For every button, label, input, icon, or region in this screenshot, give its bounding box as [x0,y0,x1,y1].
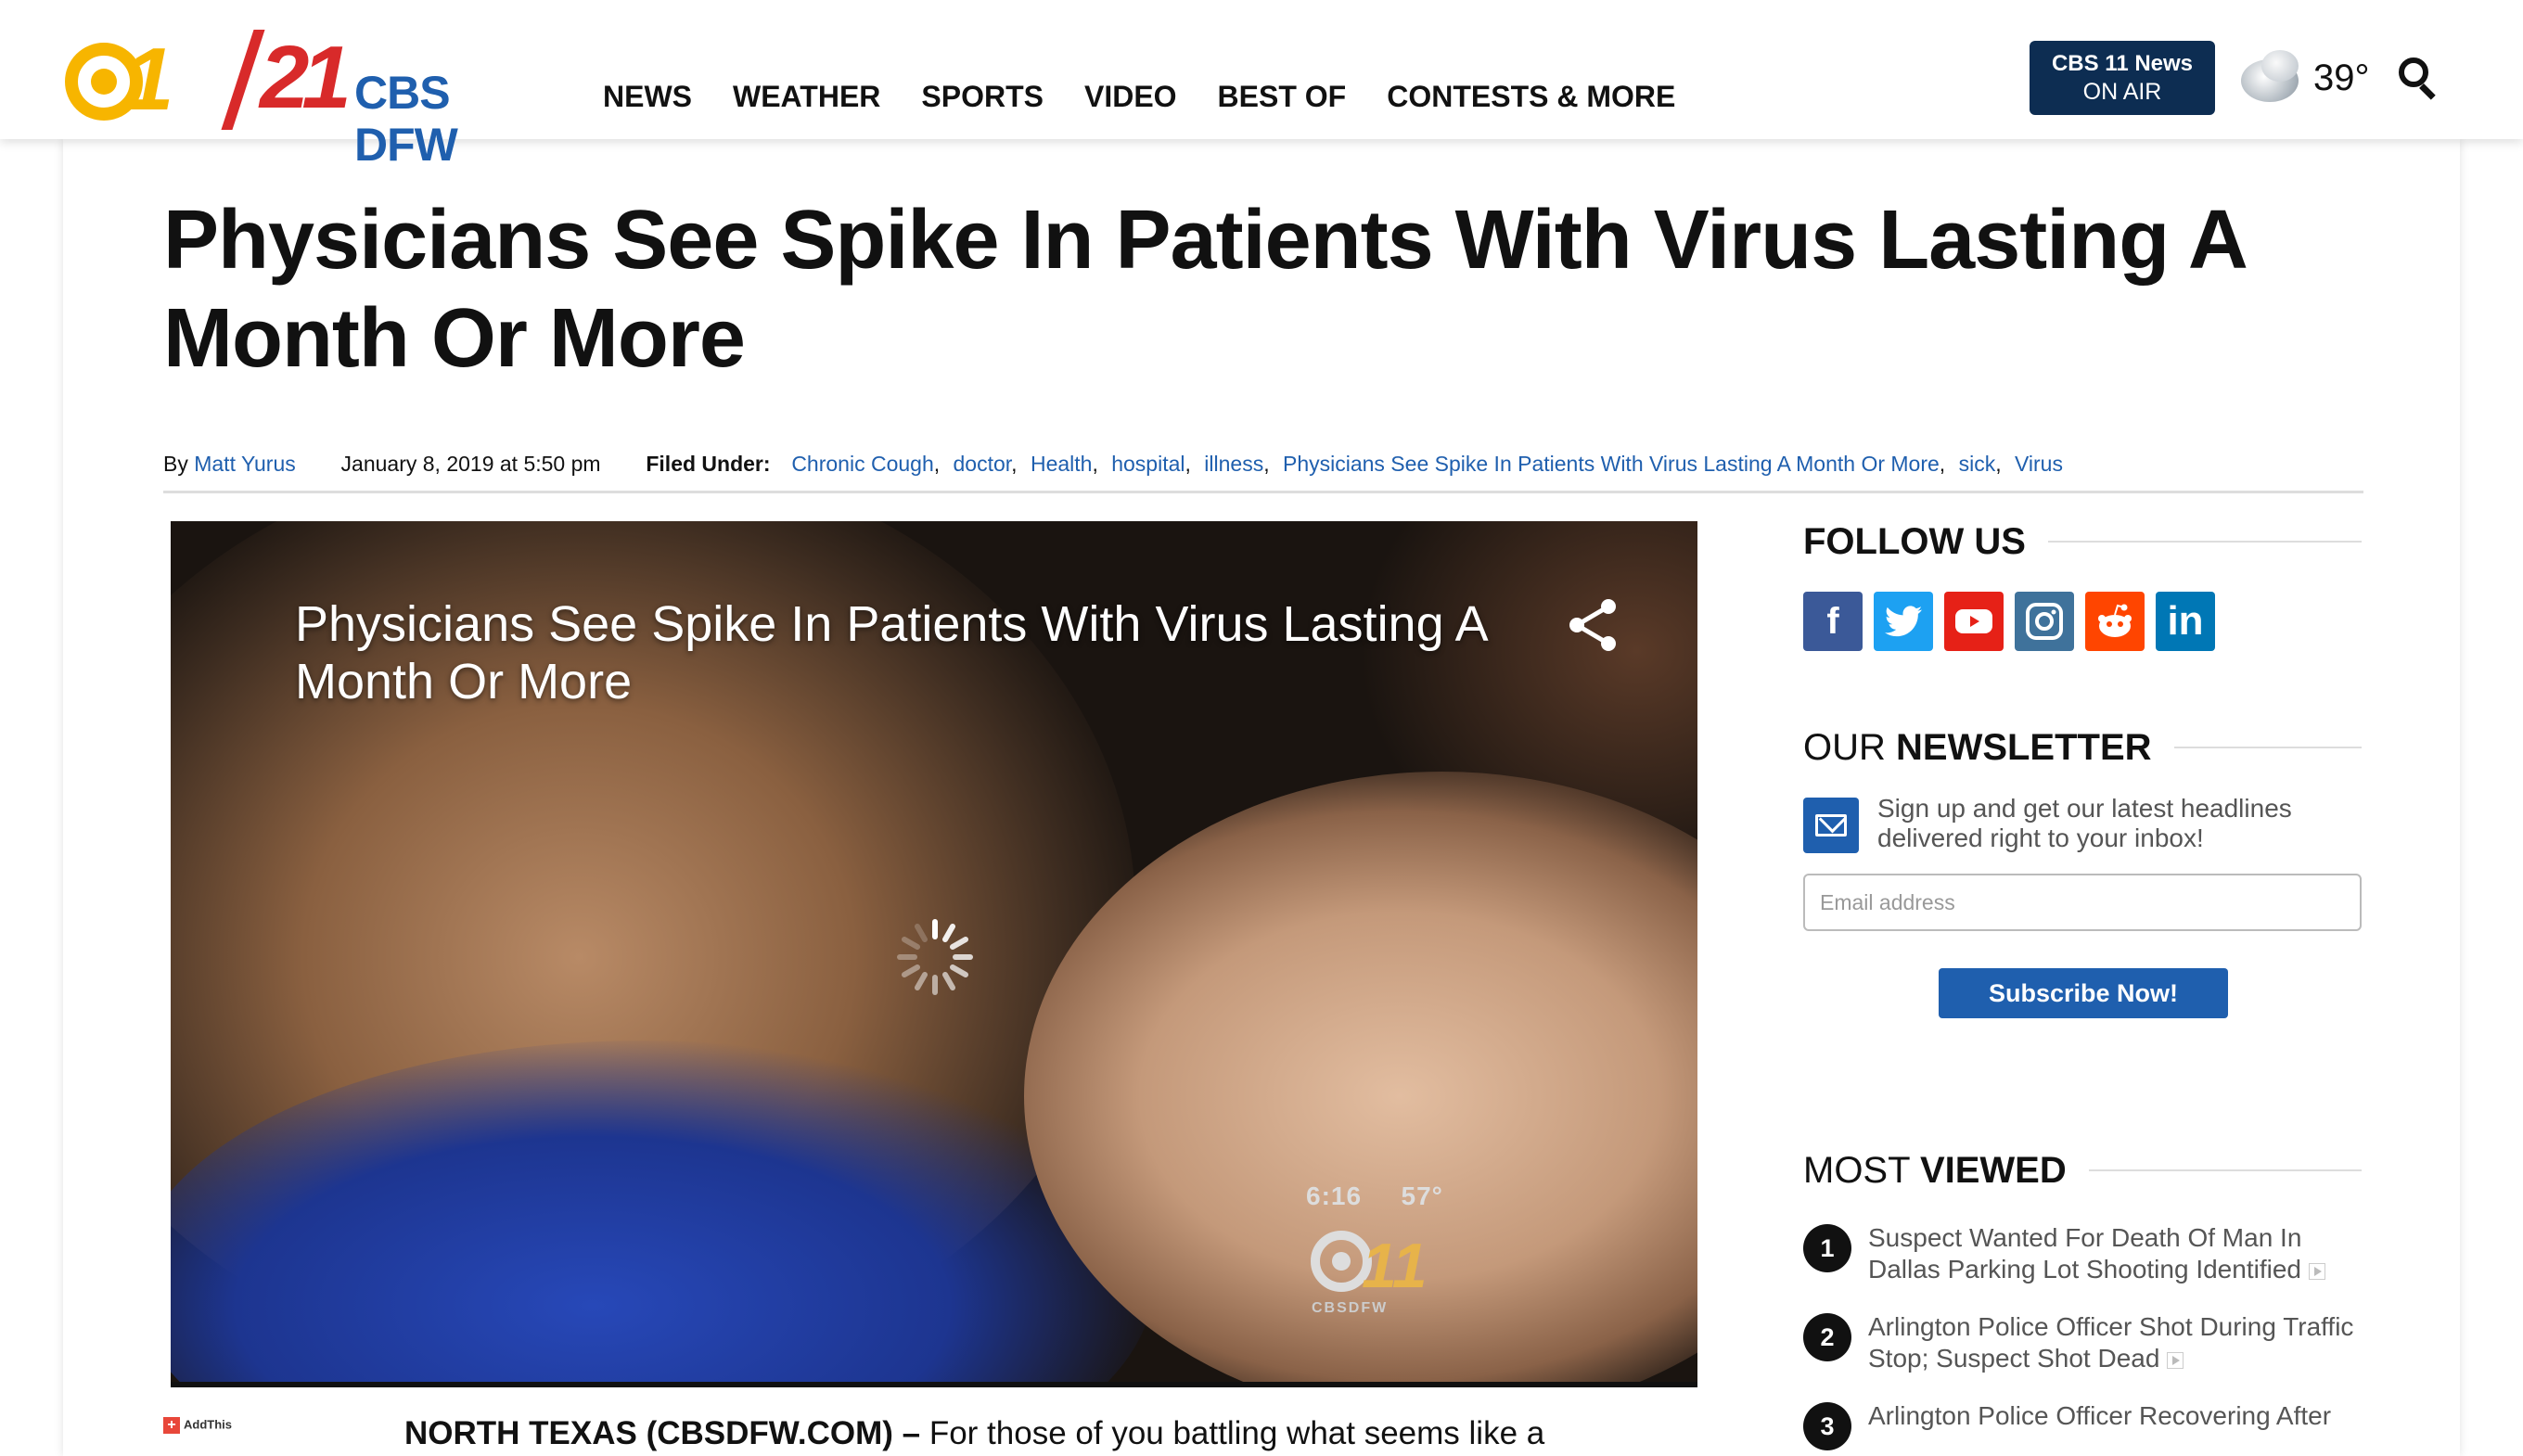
most-viewed-link[interactable]: Arlington Police Officer Recovering Afte… [1868,1400,2369,1432]
station-logo-icon: 11 [1311,1231,1428,1293]
video-player[interactable]: Physicians See Spike In Patients With Vi… [171,521,1697,1387]
nav-video[interactable]: VIDEO [1084,78,1177,115]
rank-badge: 2 [1803,1313,1851,1361]
article-date: January 8, 2019 at 5:50 pm [340,452,601,476]
most-viewed-heading: MOST VIEWED [1803,1148,2362,1193]
search-icon[interactable] [2399,57,2440,100]
article-title: Physicians See Spike In Patients With Vi… [163,194,2246,385]
logo-brand-text: CBS DFW [354,67,458,171]
video-play-icon [2308,1262,2325,1280]
twitter-icon[interactable] [1874,592,1933,651]
linkedin-icon[interactable]: in [2156,592,2215,651]
most-viewed-title: Arlington Police Officer Shot During Tra… [1868,1312,2354,1373]
email-field[interactable]: Email address [1803,874,2362,931]
nav-best-of[interactable]: BEST OF [1218,78,1347,115]
youtube-icon[interactable] [1944,592,2004,651]
plus-icon: + [163,1417,180,1434]
newsletter-title-bold: NEWSLETTER [1896,727,2152,768]
station-bug: 6:16 57° 11 CBSDFW [1306,1181,1473,1316]
share-icon[interactable] [1568,597,1620,653]
logo-eleven: 1 [124,30,173,129]
tag-link[interactable]: illness [1204,452,1263,476]
article-body: NORTH TEXAS (CBSDFW.COM) – For those of … [404,1413,1544,1454]
newsletter-title-light: OUR [1803,727,1896,768]
on-air-button[interactable]: CBS 11 News ON AIR [2030,41,2215,115]
most-viewed-link[interactable]: Suspect Wanted For Death Of Man In Dalla… [1868,1222,2369,1285]
byline-prefix: By [163,452,188,476]
reddit-icon[interactable] [2085,592,2145,651]
newsletter-heading: OUR NEWSLETTER [1803,725,2362,770]
most-viewed-title-light: MOST [1803,1150,1920,1191]
most-viewed-link[interactable]: Arlington Police Officer Shot During Tra… [1868,1311,2369,1374]
tag-link[interactable]: sick [1959,452,1996,476]
tag-link[interactable]: Virus [2015,452,2063,476]
header-temperature[interactable]: 39° [2313,57,2370,98]
on-air-label: ON AIR [2082,79,2162,105]
nav-sports[interactable]: SPORTS [921,78,1044,115]
body-dateline: NORTH TEXAS (CBSDFW.COM) – [404,1415,921,1451]
video-title: Physicians See Spike In Patients With Vi… [295,596,1486,709]
bug-handle: CBSDFW [1312,1300,1389,1316]
social-links: f in [1803,592,2215,651]
addthis-widget[interactable]: + AddThis [163,1417,232,1441]
nav-weather[interactable]: WEATHER [733,78,880,115]
rank-badge: 1 [1803,1224,1851,1272]
follow-us-title: FOLLOW US [1803,521,2026,562]
loading-spinner-icon [897,919,973,995]
main-nav: NEWS WEATHER SPORTS VIDEO BEST OF CONTES… [603,78,1675,115]
nav-contests-more[interactable]: CONTESTS & MORE [1387,78,1675,115]
on-air-station: CBS 11 News [2051,51,2194,76]
addthis-label: AddThis [184,1417,232,1432]
tag-link[interactable]: Health [1031,452,1092,476]
article-meta: By Matt Yurus January 8, 2019 at 5:50 pm… [163,449,2363,493]
newsletter-description: Sign up and get our latest headlines del… [1877,794,2292,852]
most-viewed-title-bold: VIEWED [1919,1150,2067,1191]
tag-link[interactable]: hospital [1111,452,1185,476]
site-header: 1 21 CBS DFW NEWS WEATHER SPORTS VIDEO B… [0,0,2523,171]
follow-us-heading: FOLLOW US [1803,519,2362,564]
site-logo[interactable]: 1 21 CBS DFW [65,28,557,171]
instagram-icon[interactable] [2015,592,2074,651]
bug-temperature: 57° [1401,1181,1443,1210]
rank-badge: 3 [1803,1402,1851,1450]
filed-under-label: Filed Under: [646,452,771,476]
logo-twenty-one: 21 [260,28,352,127]
logo-slash [221,30,265,130]
tag-link[interactable]: Physicians See Spike In Patients With Vi… [1283,452,1940,476]
tag-link[interactable]: Chronic Cough [791,452,933,476]
facebook-icon[interactable]: f [1803,592,1863,651]
tag-link[interactable]: doctor [954,452,1012,476]
most-viewed-title: Arlington Police Officer Recovering Afte… [1868,1401,2332,1430]
bug-mark-text: 11 [1362,1231,1428,1293]
nav-news[interactable]: NEWS [603,78,692,115]
video-play-icon [2167,1351,2184,1369]
body-text: For those of you battling what seems lik… [920,1415,1545,1451]
most-viewed-title: Suspect Wanted For Death Of Man In Dalla… [1868,1223,2302,1284]
author-link[interactable]: Matt Yurus [194,452,296,476]
bug-time: 6:16 [1306,1181,1363,1210]
cloud-icon[interactable] [2235,46,2308,108]
subscribe-button[interactable]: Subscribe Now! [1939,968,2228,1018]
envelope-icon [1803,798,1859,853]
